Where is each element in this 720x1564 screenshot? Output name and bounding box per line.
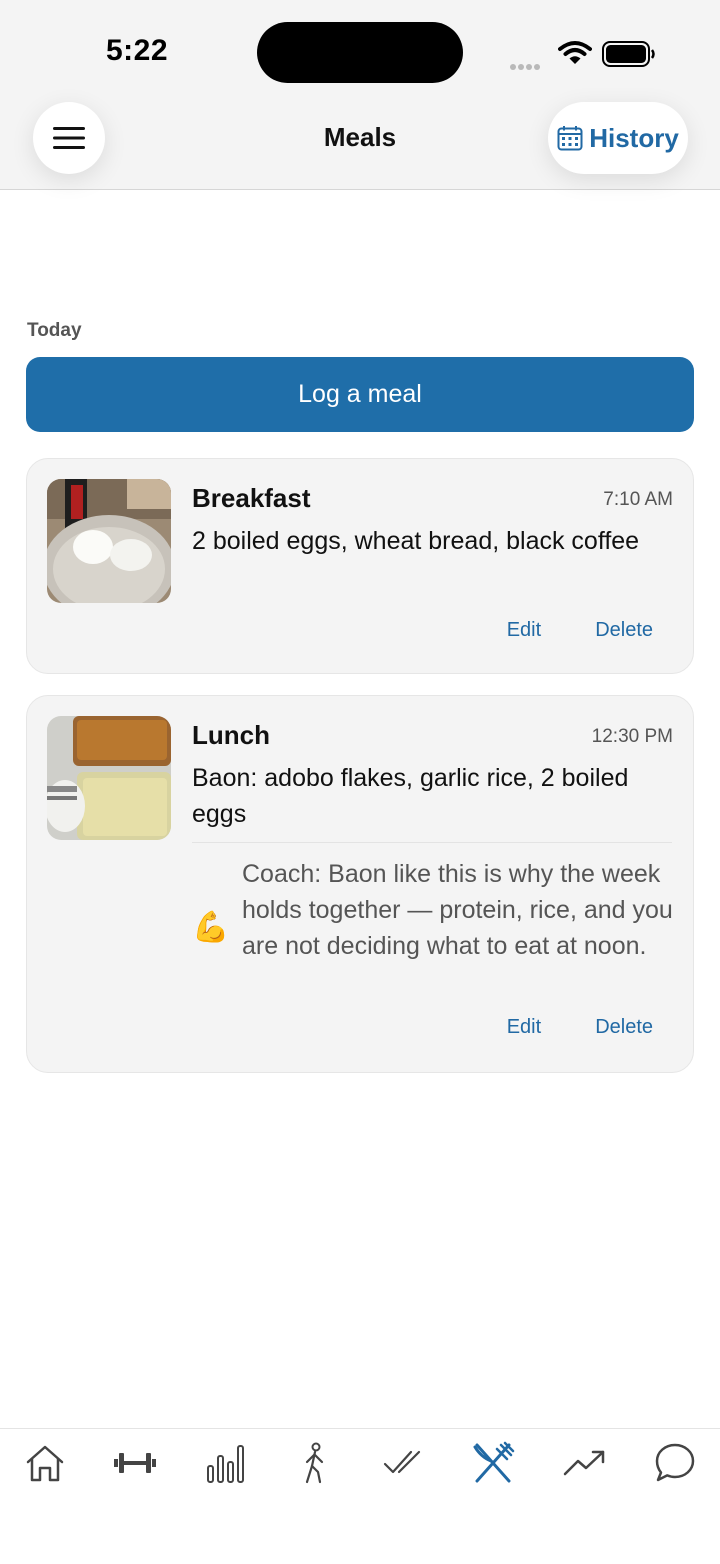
tab-home[interactable] (20, 1441, 70, 1485)
bar-chart-icon (207, 1445, 244, 1483)
meal-photo-lunch (47, 716, 171, 840)
meal-description: Baon: adobo flakes, garlic rice, 2 boile… (192, 764, 629, 828)
tab-chat[interactable] (650, 1441, 700, 1485)
tab-stats[interactable] (200, 1441, 250, 1485)
battery-icon (602, 41, 655, 67)
cellular-signal-icon (510, 57, 542, 75)
history-button[interactable]: History (548, 102, 688, 174)
delete-button[interactable]: Delete (595, 1016, 653, 1039)
double-check-icon (383, 1450, 421, 1474)
calendar-icon (557, 126, 583, 151)
meal-photo-breakfast (47, 479, 171, 603)
tab-workouts[interactable] (110, 1441, 160, 1485)
fork-knife-icon (473, 1441, 515, 1483)
tab-checks[interactable] (380, 1441, 430, 1485)
delete-button[interactable]: Delete (595, 619, 653, 642)
meal-name: Breakfast (192, 483, 311, 513)
home-icon (26, 1445, 64, 1482)
edit-button[interactable]: Edit (507, 1016, 541, 1039)
coach-comment: Coach: Baon like this is why the week ho… (242, 860, 673, 960)
meal-card-breakfast[interactable]: Breakfast 7:10 AM 2 boiled eggs, wheat b… (26, 458, 694, 674)
meal-name: Lunch (192, 720, 270, 750)
meal-actions: Edit Delete (507, 1016, 653, 1039)
tab-walk[interactable] (290, 1441, 340, 1485)
chat-bubble-icon (655, 1443, 695, 1482)
trend-up-icon (563, 1450, 605, 1476)
divider (192, 842, 672, 843)
flexed-biceps-icon: 💪 (192, 911, 230, 944)
tab-meals[interactable] (468, 1441, 518, 1485)
status-time: 5:22 (106, 34, 169, 67)
meal-time: 12:30 PM (591, 726, 673, 747)
meal-actions: Edit Delete (507, 619, 653, 642)
meal-description: 2 boiled eggs, wheat bread, black coffee (192, 527, 640, 555)
history-label: History (589, 122, 679, 153)
meal-time: 7:10 AM (603, 489, 673, 510)
dynamic-island (257, 22, 463, 83)
status-icons (510, 38, 660, 70)
tab-progress[interactable] (560, 1441, 610, 1485)
tab-bar (0, 1428, 720, 1564)
section-label-today: Today (27, 320, 82, 341)
walking-icon (305, 1442, 324, 1484)
dumbbell-icon (114, 1453, 156, 1473)
log-meal-button[interactable]: Log a meal (26, 357, 694, 432)
wifi-icon (558, 41, 592, 64)
meal-card-lunch[interactable]: Lunch 12:30 PM Baon: adobo flakes, garli… (26, 695, 694, 1073)
top-bar: 5:22 Meals History (0, 0, 720, 190)
edit-button[interactable]: Edit (507, 619, 541, 642)
